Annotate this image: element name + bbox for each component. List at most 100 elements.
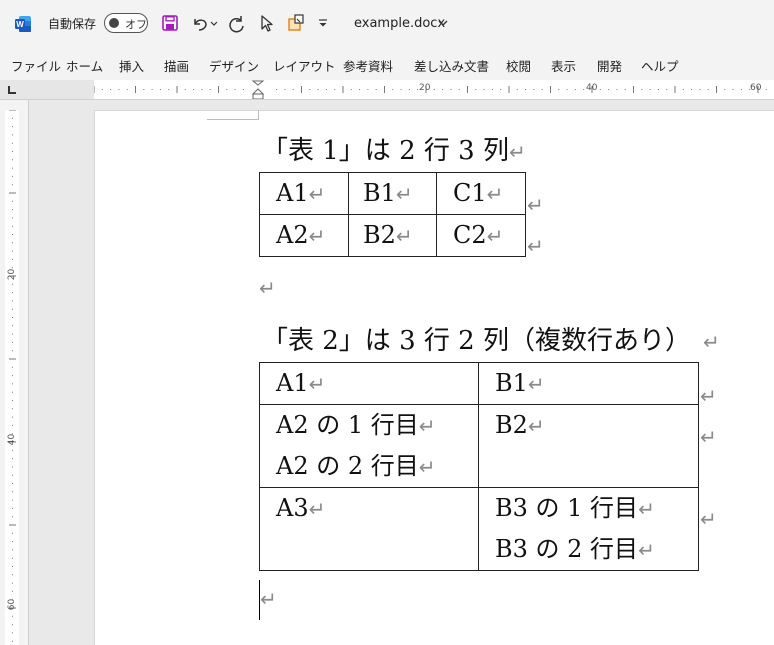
autosave-state: オフ <box>125 18 147 31</box>
title-bar: W 自動保存 オフ example.docx <box>0 0 774 48</box>
tab-home[interactable]: ホーム <box>66 56 103 75</box>
vruler-label-40: 40 <box>7 433 18 446</box>
cell-text: A2 <box>276 221 309 249</box>
tab-insert[interactable]: 挿入 <box>119 56 144 75</box>
paragraph-mark: ↵ <box>527 372 545 396</box>
vertical-ruler-ticks <box>9 110 16 642</box>
tab-layout[interactable]: レイアウト <box>273 56 336 75</box>
horizontal-ruler: 20 40 60 <box>0 80 774 100</box>
tab-references[interactable]: 参考資料 <box>343 56 393 75</box>
paragraph-mark: ↵ <box>308 182 326 206</box>
table-row: A2↵ B2↵ C2↵ <box>259 214 526 257</box>
vruler-label-20: 20 <box>7 268 18 281</box>
row-end-mark: ↵ <box>700 425 717 449</box>
table-row: A2 の 1 行目↵ A2 の 2 行目↵ B2↵ <box>259 404 699 488</box>
final-paragraph-mark[interactable]: ↵ <box>260 589 277 609</box>
ruler-label-40: 40 <box>586 83 598 93</box>
cell-text: B1 <box>495 369 528 397</box>
undo-icon[interactable] <box>190 13 210 33</box>
paragraph-mark: ↵ <box>527 414 545 438</box>
cell-text: B2 <box>363 221 396 249</box>
redo-icon[interactable] <box>227 13 247 33</box>
row-end-mark: ↵ <box>527 193 544 217</box>
tab-view[interactable]: 表示 <box>551 56 576 75</box>
heading-table1-text: 「表 1」は 2 行 3 列 <box>262 136 509 166</box>
row-end-mark: ↵ <box>700 507 717 531</box>
ruler-area[interactable]: 20 40 60 <box>94 80 774 99</box>
ruler-ticks <box>94 80 767 99</box>
cell-text-line1: B3 の 1 行目 <box>495 494 639 522</box>
table-row: A1↵ B1↵ <box>259 362 699 405</box>
tab-developer[interactable]: 開発 <box>597 56 622 75</box>
table1-cell-a1[interactable]: A1↵ <box>259 172 349 215</box>
cell-text-line1: A2 の 1 行目 <box>276 411 419 439</box>
customize-toolbar-icon[interactable] <box>316 13 330 33</box>
table1-cell-b2[interactable]: B2↵ <box>348 214 437 257</box>
paragraph-mark: ↵ <box>508 140 526 164</box>
vertical-ruler[interactable]: 20 40 60 <box>5 110 19 645</box>
row-end-mark: ↵ <box>527 234 544 258</box>
empty-paragraph-mark[interactable]: ↵ <box>259 278 276 298</box>
save-icon[interactable] <box>160 13 180 33</box>
ribbon-tabs: ファイル ホーム 挿入 描画 デザイン レイアウト 参考資料 差し込み文書 校閲… <box>0 50 774 78</box>
heading-table2-text: 「表 2」は 3 行 2 列（複数行あり） <box>262 326 691 356</box>
svg-text:W: W <box>16 20 24 29</box>
cell-text-line2: B3 の 2 行目 <box>495 535 639 563</box>
cell-text: A1 <box>276 369 309 397</box>
paragraph-mark: ↵ <box>418 455 436 479</box>
autosave-toggle[interactable]: オフ <box>104 13 148 33</box>
table-2[interactable]: A1↵ B1↵ A2 の 1 行目↵ A2 の 2 行目↵ B2↵ A3↵ B3… <box>259 362 699 571</box>
paragraph-mark: ↵ <box>308 372 326 396</box>
table2-cell-a1[interactable]: A1↵ <box>259 362 479 405</box>
heading-table2[interactable]: 「表 2」は 3 行 2 列（複数行あり） ↵ <box>262 328 720 354</box>
tab-file[interactable]: ファイル <box>11 56 61 75</box>
paragraph-mark: ↵ <box>308 497 326 521</box>
tab-selector-icon[interactable] <box>8 86 16 94</box>
table2-cell-a3[interactable]: A3↵ <box>259 487 479 571</box>
tab-help[interactable]: ヘルプ <box>641 56 679 75</box>
paragraph-mark: ↵ <box>638 538 655 562</box>
paragraph-mark: ↵ <box>486 182 504 206</box>
document-name[interactable]: example.docx <box>354 16 445 31</box>
paragraph-mark: ↵ <box>308 224 326 248</box>
table1-cell-c2[interactable]: C2↵ <box>436 214 526 257</box>
tab-design[interactable]: デザイン <box>209 56 259 75</box>
undo-dropdown-icon[interactable] <box>208 13 220 33</box>
cell-text-line2: A2 の 2 行目 <box>276 452 419 480</box>
paragraph-mark: ↵ <box>418 414 436 438</box>
row-end-mark: ↵ <box>700 384 717 408</box>
paragraph-mark: ↵ <box>395 224 413 248</box>
table-1[interactable]: A1↵ B1↵ C1↵ A2↵ B2↵ C2↵ <box>259 172 526 257</box>
tab-mailings[interactable]: 差し込み文書 <box>414 56 489 75</box>
table1-cell-b1[interactable]: B1↵ <box>348 172 437 215</box>
table2-cell-b1[interactable]: B1↵ <box>478 362 699 405</box>
autosave-label: 自動保存 <box>48 17 97 31</box>
cell-text: B2 <box>495 411 528 439</box>
tab-review[interactable]: 校閲 <box>506 56 531 75</box>
table-row: A1↵ B1↵ C1↵ <box>259 172 526 215</box>
cell-text: A3 <box>276 494 309 522</box>
pointer-icon[interactable] <box>257 13 277 33</box>
tab-draw[interactable]: 描画 <box>164 56 189 75</box>
toggle-knob <box>109 18 119 28</box>
paragraph-mark: ↵ <box>702 330 720 354</box>
word-icon[interactable]: W <box>14 15 32 33</box>
cell-text: A1 <box>276 179 309 207</box>
ruler-label-20: 20 <box>419 83 431 93</box>
shapes-icon[interactable] <box>286 13 306 33</box>
paragraph-mark: ↵ <box>395 182 413 206</box>
table1-cell-c1[interactable]: C1↵ <box>436 172 526 215</box>
cell-text: C2 <box>453 221 487 249</box>
table2-cell-b3[interactable]: B3 の 1 行目↵ B3 の 2 行目↵ <box>478 487 699 571</box>
margin-corner-mark <box>207 110 259 120</box>
table2-cell-a2[interactable]: A2 の 1 行目↵ A2 の 2 行目↵ <box>259 404 479 488</box>
table1-cell-a2[interactable]: A2↵ <box>259 214 349 257</box>
heading-table1[interactable]: 「表 1」は 2 行 3 列↵ <box>262 138 526 164</box>
cell-text: B1 <box>363 179 396 207</box>
chevron-down-icon[interactable] <box>437 18 449 28</box>
table-row: A3↵ B3 の 1 行目↵ B3 の 2 行目↵ <box>259 487 699 571</box>
cell-text: C1 <box>453 179 487 207</box>
vruler-label-60: 60 <box>7 598 18 611</box>
table2-cell-b2[interactable]: B2↵ <box>478 404 699 488</box>
paragraph-mark: ↵ <box>486 224 504 248</box>
